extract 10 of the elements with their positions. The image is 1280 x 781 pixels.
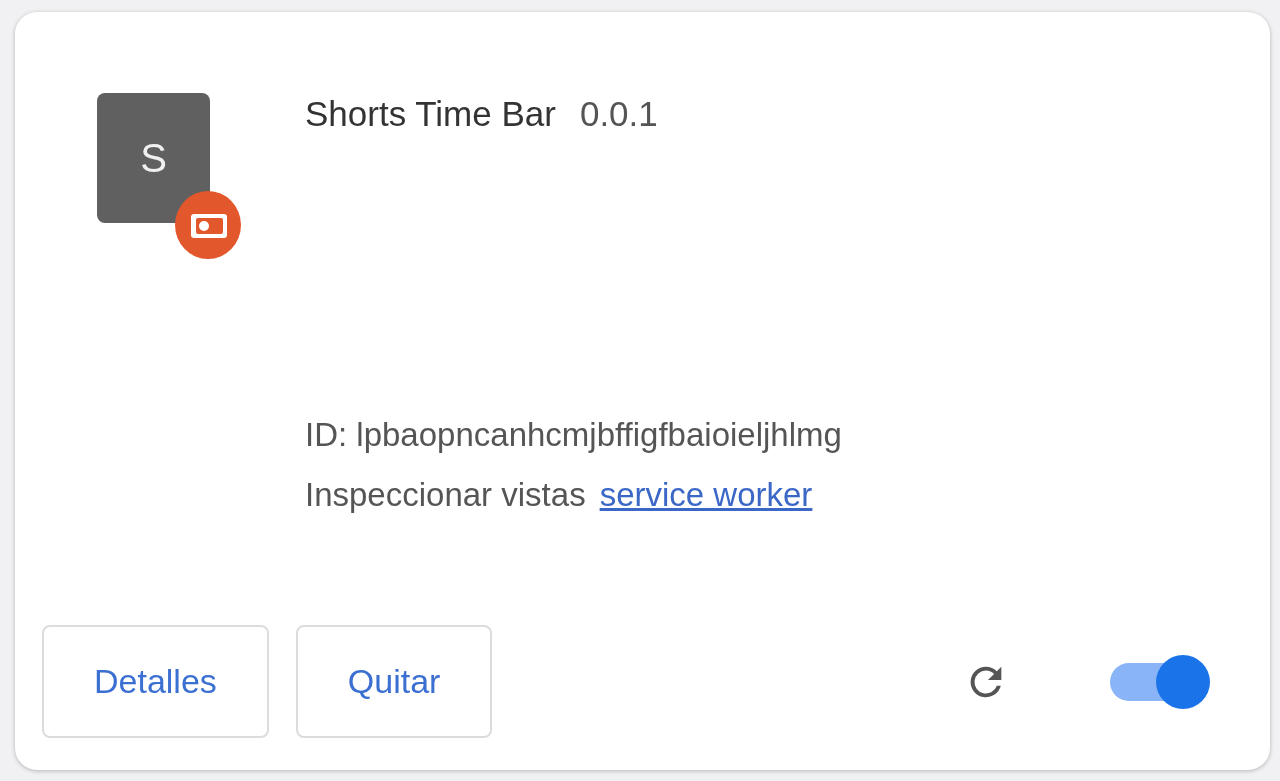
service-worker-link[interactable]: service worker <box>599 476 813 514</box>
extension-name: Shorts Time Bar <box>305 94 556 134</box>
extension-version: 0.0.1 <box>579 94 658 134</box>
inspect-label: Inspeccionar vistas <box>305 476 586 514</box>
extension-icon: S <box>97 93 210 223</box>
extension-id: ID: lpbaopncanhcmjbffigfbaioieljhlmg <box>305 416 842 454</box>
remove-button[interactable]: Quitar <box>295 625 493 738</box>
details-button[interactable]: Detalles <box>42 625 269 738</box>
enable-toggle[interactable] <box>1110 654 1210 709</box>
camera-badge-icon <box>173 190 243 260</box>
